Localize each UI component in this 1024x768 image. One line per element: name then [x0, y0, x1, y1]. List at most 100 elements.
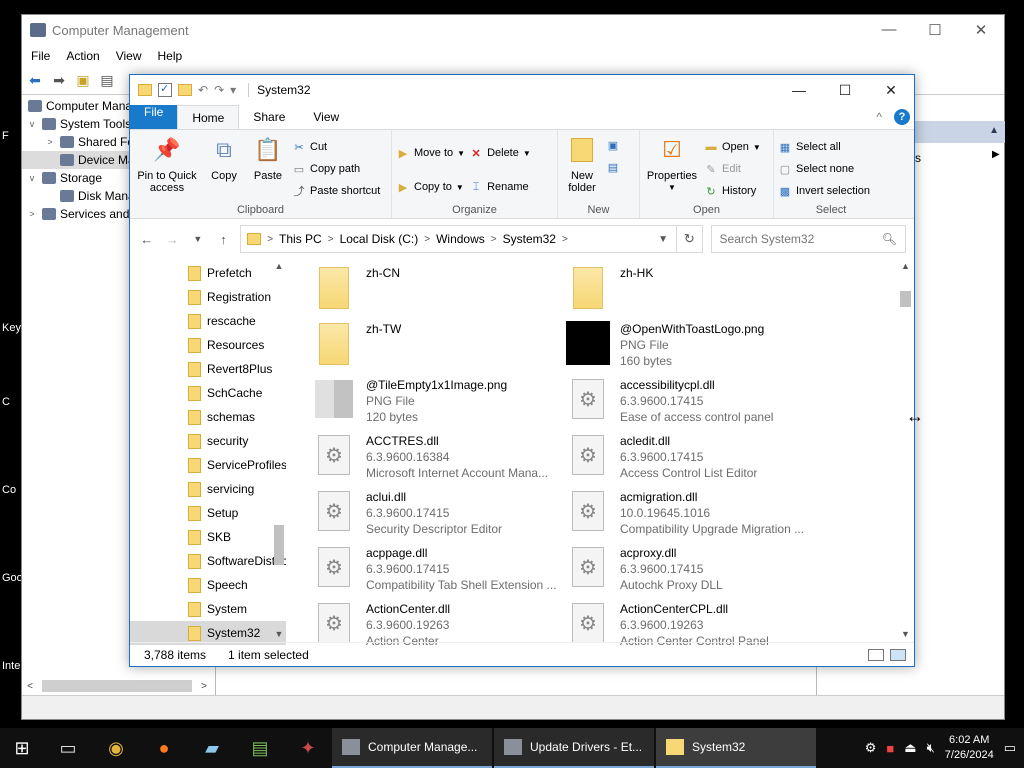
notifications-icon[interactable]: ▭	[1004, 740, 1016, 756]
tab-share[interactable]: Share	[239, 105, 299, 129]
scroll-right-icon[interactable]: >	[196, 681, 212, 692]
expand-chevron-icon[interactable]: >	[44, 137, 56, 147]
notebook-icon[interactable]: ▰	[188, 728, 236, 768]
nav-folder-item[interactable]: Speech	[130, 573, 286, 597]
new-item-button[interactable]: ▣	[606, 136, 620, 154]
search-field[interactable]: 🔍︎	[710, 225, 906, 253]
file-item[interactable]: ⚙ acppage.dll 6.3.9600.17415 Compatibility …	[312, 545, 566, 601]
properties-button[interactable]: ☑ Properties ▼	[644, 134, 700, 200]
file-item[interactable]: ⚙ ActionCenterCPL.dll 6.3.9600.19263 Action…	[566, 601, 820, 645]
network-tray-icon[interactable]: ⚙	[865, 740, 877, 756]
usb-tray-icon[interactable]: ⏏	[904, 740, 916, 756]
nav-folder-item[interactable]: servicing	[130, 477, 286, 501]
actions-header[interactable]: ▲	[915, 121, 1005, 143]
scroll-up-icon[interactable]: ▲	[272, 261, 286, 275]
address-dropdown-icon[interactable]: ▼	[658, 234, 676, 245]
cm-tree-hscrollbar[interactable]: < >	[22, 677, 212, 695]
breadcrumb-separator-icon[interactable]: >	[424, 234, 430, 245]
taskbar-item[interactable]: Computer Manage...	[332, 728, 492, 768]
tab-home[interactable]: Home	[177, 105, 240, 129]
desktop-label[interactable]: C	[2, 396, 10, 408]
show-hide-tree-icon[interactable]: ▤	[98, 72, 116, 90]
cm-titlebar[interactable]: Computer Management — ☐ ✕	[22, 15, 1004, 45]
breadcrumb-item[interactable]: Windows	[436, 232, 485, 246]
file-item[interactable]: ⚙ ActionCenter.dll 6.3.9600.19263 Action Ce…	[312, 601, 566, 645]
search-input[interactable]	[719, 232, 882, 246]
minimize-icon[interactable]: —	[866, 21, 912, 39]
clock[interactable]: 6:02 AM 7/26/2024	[945, 733, 994, 763]
forward-arrow-icon[interactable]: ➡	[50, 72, 68, 90]
new-folder-icon[interactable]	[178, 84, 192, 96]
rename-button[interactable]: ⌶ Rename	[469, 178, 531, 196]
nav-pane-scrollbar[interactable]: ▲ ▼	[272, 261, 286, 645]
menu-help[interactable]: Help	[158, 49, 183, 63]
details-view-icon[interactable]	[868, 648, 884, 661]
nav-folder-item[interactable]: SoftwareDistribution	[130, 549, 286, 573]
invert-selection-button[interactable]: ▩ Invert selection	[778, 182, 870, 200]
nav-folder-item[interactable]: Revert8Plus	[130, 357, 286, 381]
scroll-thumb[interactable]	[274, 525, 284, 565]
undo-icon[interactable]: ↶	[198, 83, 208, 97]
breadcrumb-item[interactable]: Local Disk (C:)	[340, 232, 419, 246]
nav-folder-item[interactable]: rescache	[130, 309, 286, 333]
file-item[interactable]: @OpenWithToastLogo.png PNG File 160 bytes	[566, 321, 820, 377]
address-bar[interactable]: > This PC > Local Disk (C:) > Windows > …	[240, 225, 678, 253]
history-button[interactable]: ↻ History	[704, 182, 761, 200]
open-button[interactable]: ▬ Open ▼	[704, 138, 761, 156]
delete-button[interactable]: ✕ Delete ▼	[469, 144, 530, 162]
nav-folder-item[interactable]: Prefetch	[130, 261, 286, 285]
taskbar-item[interactable]: System32	[656, 728, 816, 768]
paste-shortcut-button[interactable]: ⤴ Paste shortcut	[292, 182, 381, 200]
desktop-label[interactable]: Co	[2, 484, 16, 496]
refresh-icon[interactable]: ↻	[677, 225, 703, 253]
breadcrumb-item[interactable]: This PC	[279, 232, 322, 246]
help-icon[interactable]: ?	[894, 109, 910, 125]
menu-file[interactable]: File	[31, 49, 50, 63]
spreadsheet-icon[interactable]: ▤	[236, 728, 284, 768]
nav-folder-item[interactable]: Setup	[130, 501, 286, 525]
collapse-chevron-icon[interactable]: v	[26, 119, 38, 129]
file-item[interactable]: zh-TW	[312, 321, 566, 377]
actions-item[interactable]: s	[915, 151, 921, 165]
collapse-ribbon-icon[interactable]: ^	[876, 110, 882, 124]
desktop-label[interactable]: Inte	[2, 660, 20, 672]
customize-qat-icon[interactable]: ▾	[230, 83, 236, 97]
file-item[interactable]: @TileEmpty1x1Image.png PNG File 120 bytes	[312, 377, 566, 433]
easy-access-button[interactable]: ▤	[606, 158, 620, 176]
scroll-thumb[interactable]	[42, 680, 192, 692]
redo-icon[interactable]: ↷	[214, 83, 224, 97]
minimize-icon[interactable]: —	[776, 75, 822, 105]
close-icon[interactable]: ✕	[868, 75, 914, 105]
paste-button[interactable]: 📋 Paste	[248, 134, 288, 200]
new-folder-button[interactable]: New folder	[562, 134, 602, 200]
scroll-up-icon[interactable]: ▲	[897, 261, 914, 275]
chrome-icon[interactable]: ◉	[92, 728, 140, 768]
explorer-titlebar[interactable]: ↶ ↷ ▾ System32 — ☐ ✕	[130, 75, 914, 105]
firefox-icon[interactable]: ●	[140, 728, 188, 768]
file-item[interactable]: ⚙ aclui.dll 6.3.9600.17415 Security Descrip…	[312, 489, 566, 545]
file-list-scrollbar[interactable]: ▲ ▼	[897, 261, 914, 645]
edit-button[interactable]: ✎ Edit	[704, 160, 761, 178]
taskbar-item[interactable]: Update Drivers - Et...	[494, 728, 654, 768]
nav-folder-item[interactable]: SKB	[130, 525, 286, 549]
scroll-thumb[interactable]	[900, 291, 911, 307]
explorer-window[interactable]: ↶ ↷ ▾ System32 — ☐ ✕ File Home Share Vie…	[129, 74, 915, 667]
up-arrow-icon[interactable]: ↑	[215, 232, 233, 247]
desktop-label[interactable]: F	[2, 130, 9, 142]
scroll-down-icon[interactable]: ▼	[897, 629, 914, 643]
more-actions-arrow-icon[interactable]: ▶	[992, 149, 1000, 160]
tab-file[interactable]: File	[130, 105, 178, 129]
nav-folder-item[interactable]: SchCache	[130, 381, 286, 405]
file-item[interactable]: ⚙ acmigration.dll 10.0.19645.1016 Compatibi…	[566, 489, 820, 545]
breadcrumb-separator-icon[interactable]: >	[267, 234, 273, 245]
file-item[interactable]: ⚙ accessibilitycpl.dll 6.3.9600.17415 Ease …	[566, 377, 820, 433]
breadcrumb-separator-icon[interactable]: >	[491, 234, 497, 245]
expand-chevron-icon[interactable]: >	[26, 209, 38, 219]
forward-arrow-icon[interactable]: →	[164, 232, 182, 247]
scroll-left-icon[interactable]: <	[22, 681, 38, 692]
cut-button[interactable]: ✂ Cut	[292, 138, 380, 156]
nav-folder-item[interactable]: ServiceProfiles	[130, 453, 286, 477]
nav-folder-item[interactable]: Registration	[130, 285, 286, 309]
breadcrumb-separator-icon[interactable]: >	[562, 234, 568, 245]
file-item[interactable]: ⚙ acledit.dll 6.3.9600.17415 Access Control…	[566, 433, 820, 489]
